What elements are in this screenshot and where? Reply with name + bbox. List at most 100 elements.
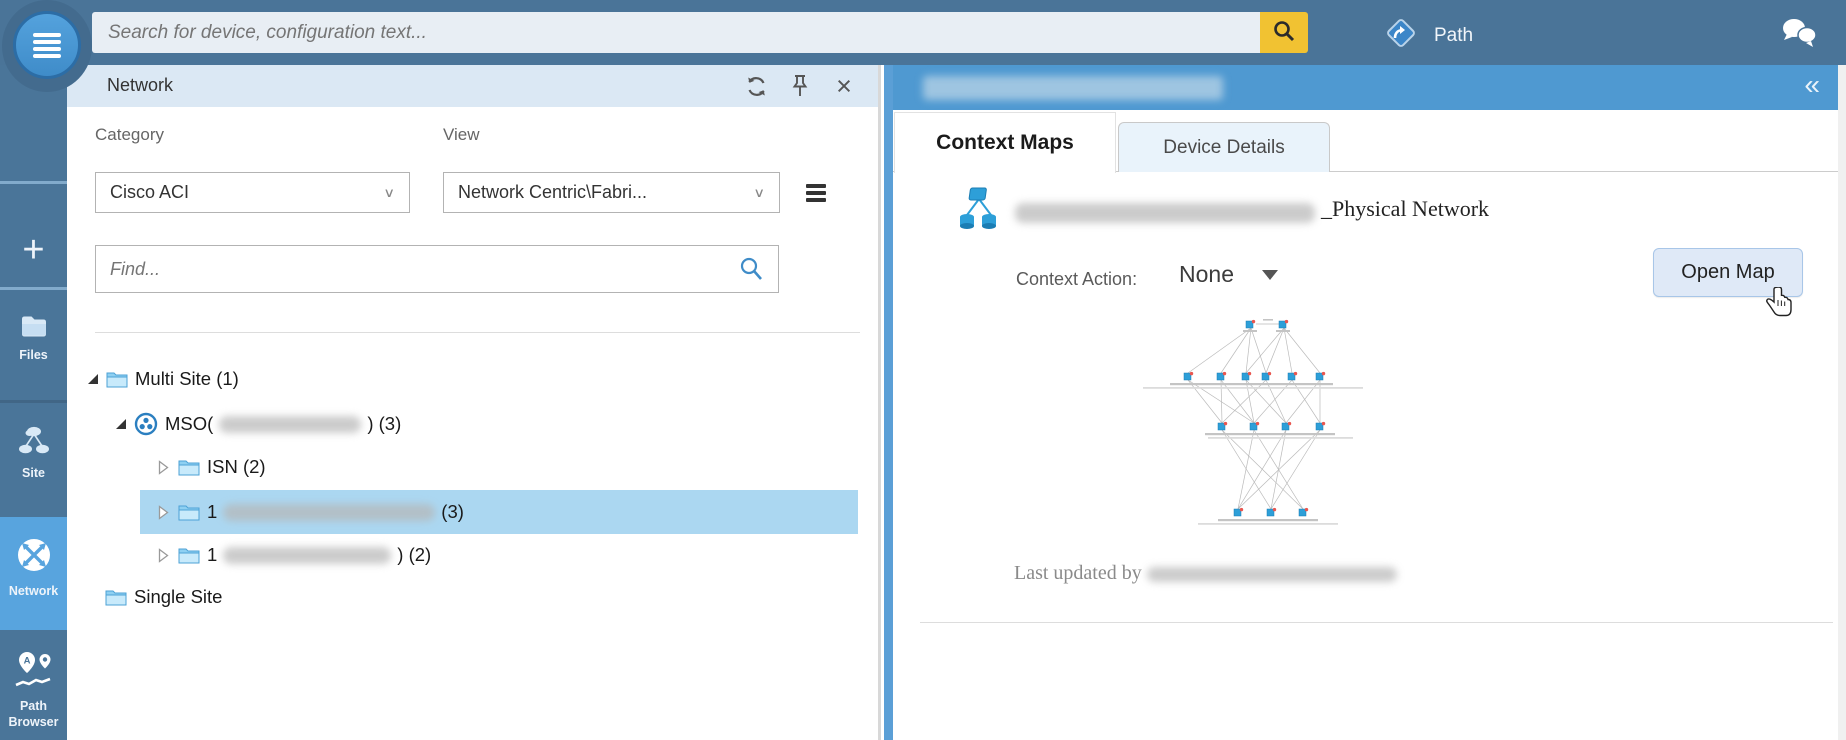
redacted-text — [1015, 203, 1315, 223]
tree-label: Multi Site (1) — [135, 368, 239, 389]
folder-icon — [178, 458, 200, 476]
context-action-label: Context Action: — [1016, 269, 1138, 289]
top-bar: Path — [0, 0, 1846, 65]
collapse-panel-button[interactable]: « — [1804, 69, 1820, 101]
category-value: Cisco ACI — [110, 182, 190, 202]
device-panel-header: « — [893, 65, 1838, 110]
cursor-icon — [1765, 286, 1795, 328]
view-value: Network Centric\Fabri... — [458, 182, 648, 202]
expander-closed-icon[interactable] — [158, 504, 169, 520]
tab-device-details[interactable]: Device Details — [1118, 122, 1330, 172]
panel-header-title-redacted — [923, 76, 1223, 100]
tree-row-fabric-selected[interactable]: 1 (3) — [140, 490, 858, 534]
find-input[interactable] — [96, 258, 738, 280]
tree-label-suffix: (3) — [441, 501, 464, 522]
topology-thumbnail — [1103, 295, 1403, 545]
menu-icon — [806, 184, 830, 202]
expander-open-icon[interactable] — [88, 374, 98, 384]
view-select[interactable]: Network Centric\Fabri... ∨ — [443, 172, 780, 213]
last-updated-text: Last updated by — [1014, 562, 1397, 585]
chat-icon — [1778, 19, 1820, 54]
map-hierarchy-icon — [956, 185, 1002, 238]
refresh-icon — [747, 76, 765, 96]
divider — [920, 622, 1833, 623]
pin-icon — [792, 75, 808, 96]
right-gutter — [1838, 65, 1846, 740]
folder-icon — [178, 546, 200, 564]
expander-closed-icon[interactable] — [158, 547, 169, 563]
expander-open-icon[interactable] — [116, 419, 126, 429]
context-action-dropdown[interactable]: None — [1179, 261, 1278, 288]
network-router-icon — [14, 539, 54, 579]
tree-row-multi-site[interactable]: Multi Site (1) — [88, 357, 239, 401]
sidebar-item-files[interactable]: Files — [0, 313, 67, 364]
context-action-value: None — [1179, 261, 1234, 287]
redacted-text — [223, 546, 392, 564]
tab-context-maps[interactable]: Context Maps — [894, 112, 1116, 173]
panel-divider[interactable] — [884, 65, 893, 740]
global-search-button[interactable] — [1260, 12, 1308, 53]
panel-title: Network — [107, 75, 174, 95]
tree-label-prefix: MSO( — [165, 413, 214, 434]
path-browser-icon: A — [12, 652, 56, 694]
redacted-text — [1146, 566, 1397, 582]
close-icon: × — [836, 71, 852, 101]
category-select[interactable]: Cisco ACI ∨ — [95, 172, 410, 213]
tree-label-prefix: 1 — [207, 544, 218, 565]
network-panel-header: Network × — [67, 65, 878, 107]
folder-icon — [105, 588, 127, 606]
divider — [95, 332, 860, 333]
expander-closed-icon[interactable] — [158, 459, 169, 475]
hamburger-menu-button[interactable] — [13, 11, 81, 79]
tree-row-single-site[interactable]: Single Site — [105, 575, 222, 619]
tab-label: Device Details — [1163, 136, 1285, 158]
global-search-input[interactable] — [92, 12, 1260, 53]
tree-row-isn[interactable]: ISN (2) — [158, 445, 266, 489]
sidebar-item-add[interactable]: + — [0, 215, 67, 285]
last-updated-prefix: Last updated by — [1014, 562, 1147, 584]
tree-row-fabric-2[interactable]: 1 ) (2) — [158, 533, 431, 577]
folder-icon — [178, 503, 200, 521]
pin-button[interactable] — [788, 74, 812, 98]
sidebar-item-path-browser[interactable]: A Path Browser — [0, 650, 67, 730]
path-shortcut[interactable]: Path — [1382, 14, 1473, 58]
tree-label-suffix: ) (3) — [367, 413, 402, 434]
close-button[interactable]: × — [832, 71, 856, 101]
tree-label: Single Site — [134, 586, 223, 607]
collapse-icon: « — [1804, 69, 1820, 100]
chat-button[interactable] — [1778, 16, 1820, 55]
refresh-button[interactable] — [744, 74, 768, 98]
map-name: _Physical Network — [1321, 196, 1490, 221]
redacted-text — [219, 415, 362, 433]
sidebar-item-label: Site — [22, 466, 45, 480]
path-icon — [1382, 14, 1420, 58]
view-options-menu-button[interactable] — [806, 182, 830, 204]
site-tree-icon — [17, 426, 51, 461]
sidebar-item-label: Path Browser — [8, 699, 59, 729]
folder-icon — [19, 316, 49, 343]
mso-cluster-icon — [134, 412, 158, 436]
view-label: View — [443, 125, 480, 144]
device-context-panel: « Context Maps Device Details _Physical … — [893, 65, 1838, 740]
sidebar-item-network[interactable]: Network — [0, 517, 67, 630]
category-label: Category — [95, 125, 164, 144]
find-box — [95, 245, 779, 293]
left-rail: + Files Site Network A Path Browser — [0, 65, 67, 740]
search-icon — [1272, 19, 1296, 46]
tree-label-prefix: 1 — [207, 501, 218, 522]
sidebar-item-site[interactable]: Site — [0, 425, 67, 482]
caret-down-icon — [1261, 269, 1278, 280]
redacted-text — [223, 503, 436, 521]
find-search-icon[interactable] — [738, 256, 764, 282]
tree-row-mso[interactable]: MSO( ) (3) — [116, 402, 401, 446]
tree-label-suffix: ) (2) — [397, 544, 432, 565]
tree-label: ISN (2) — [207, 456, 266, 477]
path-label: Path — [1434, 25, 1474, 46]
folder-icon — [106, 370, 128, 388]
svg-text:A: A — [23, 656, 30, 667]
sidebar-item-label: Network — [8, 584, 59, 598]
chevron-down-icon: ∨ — [753, 186, 765, 200]
network-panel: Network × Category View Cisco ACI ∨ Netw… — [67, 65, 881, 740]
tab-label: Context Maps — [936, 131, 1074, 154]
plus-icon: + — [22, 228, 45, 271]
